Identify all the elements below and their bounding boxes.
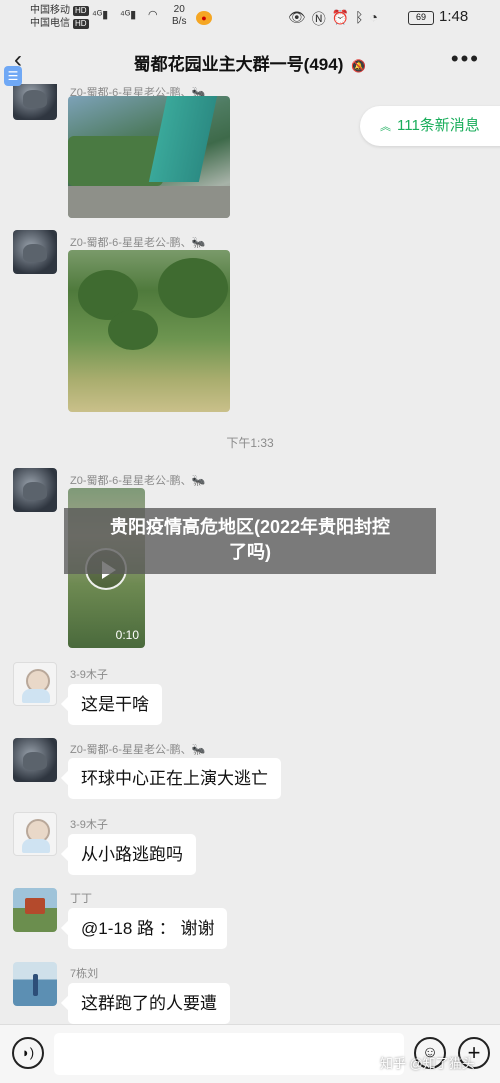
avatar[interactable] [13, 738, 57, 782]
system-icons: 👁 Ⓝ ⏰ ᛒ ◔ [288, 9, 378, 29]
hd-badge-2: HD [73, 18, 89, 29]
signal-icon-2: ⁴ᴳ▮ [120, 9, 137, 21]
battery-icon: 69 [408, 11, 434, 25]
sender-name: Z0-蜀都-6-星星老公-鹏、🐜 [70, 475, 206, 487]
photo-detail [108, 310, 158, 350]
data-saver-icon: ◔ [369, 9, 378, 25]
chat-header: ‹ 蜀都花园业主大群一号(494) 🔕 ••• [0, 38, 500, 84]
hd-badge-1: HD [73, 5, 89, 16]
floating-window-icon[interactable]: ☰ [4, 66, 22, 86]
nfc-icon: Ⓝ [311, 11, 326, 27]
signal-icon: ⁴ᴳ▮ [92, 9, 109, 21]
text-message[interactable]: 这群跑了的人要遭 [68, 983, 230, 1024]
photo-detail [158, 258, 228, 318]
watermark: 知乎 @知了猫头 [380, 1056, 475, 1071]
headline-line-1: 贵阳疫情高危地区(2022年贵阳封控 [109, 517, 391, 537]
timestamp: 下午1:33 [226, 436, 274, 450]
sender-name: 7栋刘 [70, 968, 99, 980]
eye-icon: 👁 [287, 9, 306, 25]
image-message[interactable] [68, 96, 230, 218]
weibo-icon: ● [196, 11, 212, 25]
photo-detail [148, 96, 218, 182]
photo-detail [68, 186, 230, 218]
avatar[interactable] [13, 888, 57, 932]
avatar[interactable] [13, 662, 57, 706]
chevron-up-icon: ︽ [380, 121, 391, 133]
avatar[interactable] [13, 468, 57, 512]
video-duration: 0:10 [115, 628, 139, 642]
chat-title: 蜀都花园业主大群一号(494) 🔕 [0, 50, 500, 75]
headline-line-2: 了吗) [229, 542, 271, 562]
text-message[interactable]: 这是干啥 [68, 684, 162, 725]
new-messages-button[interactable]: ︽ 111条新消息 [360, 106, 500, 146]
net-speed-unit: B/s [172, 16, 187, 27]
avatar[interactable] [13, 812, 57, 856]
wifi-icon: ◠ [148, 9, 158, 21]
bluetooth-icon: ᛒ [355, 9, 364, 25]
sender-name: 丁丁 [70, 893, 92, 905]
message-input[interactable] [54, 1033, 404, 1075]
sender-name: 3-9木子 [70, 819, 108, 831]
carrier-2: 中国电信 [30, 18, 70, 29]
avatar[interactable] [13, 84, 57, 120]
new-messages-label: 111条新消息 [397, 117, 480, 134]
net-speed: 20 B/s [172, 4, 186, 28]
text-message[interactable]: 从小路逃跑吗 [68, 834, 196, 875]
sender-name: Z0-蜀都-6-星星老公-鹏、🐜 [70, 237, 206, 249]
text-message[interactable]: 环球中心正在上演大逃亡 [68, 758, 281, 799]
carrier-info: 中国移动 HD 中国电信 HD [30, 4, 89, 30]
voice-icon[interactable]: ◗) [12, 1037, 44, 1069]
net-speed-value: 20 [173, 4, 185, 15]
carrier-1: 中国移动 [30, 5, 70, 16]
clock: 1:48 [439, 8, 469, 25]
mute-bell-icon: 🔕 [351, 59, 367, 73]
sender-name: 3-9木子 [70, 669, 108, 681]
avatar[interactable] [13, 962, 57, 1006]
article-headline: 贵阳疫情高危地区(2022年贵阳封控 了吗) [64, 508, 436, 574]
sender-name: Z0-蜀都-6-星星老公-鹏、🐜 [70, 744, 206, 756]
input-bar: ◗) ☺ + 知乎 @知了猫头 [0, 1024, 500, 1083]
more-options-icon[interactable]: ••• [451, 46, 480, 72]
text-message[interactable]: @1-18 路 ： 谢谢 [68, 908, 228, 949]
image-message[interactable] [68, 250, 230, 412]
group-name: 蜀都花园业主大群一号(494) [133, 55, 344, 74]
status-bar: 中国移动 HD 中国电信 HD ⁴ᴳ▮ ⁴ᴳ▮ ◠ 20 B/s ● 👁 Ⓝ ⏰ ᛒ… [0, 0, 500, 38]
alarm-icon: ⏰ [331, 9, 350, 25]
avatar[interactable] [13, 230, 57, 274]
